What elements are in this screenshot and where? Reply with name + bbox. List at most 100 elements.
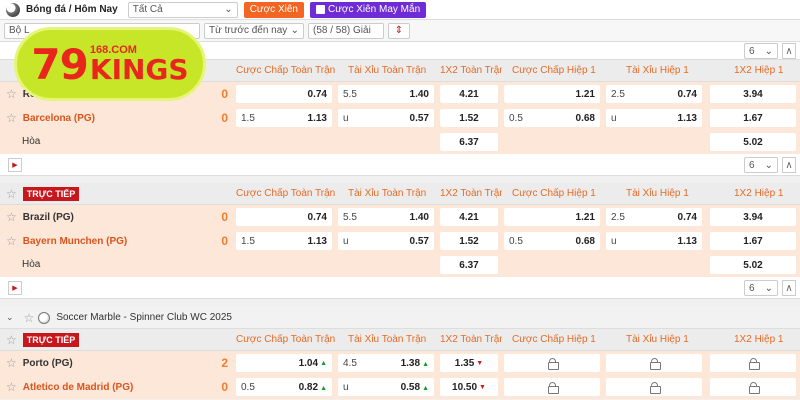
lock-icon bbox=[547, 358, 559, 370]
home-row: ☆ Porto (PG) 2 1.04 ▲ 4.5 1.38 ▲ 1.35 ▼ bbox=[0, 351, 800, 375]
draw-label: Hòa bbox=[22, 259, 41, 270]
odds-up-icon: ▲ bbox=[422, 360, 429, 368]
col-h1-ou: Tài Xỉu Hiệp 1 bbox=[626, 65, 689, 76]
odds-ft-1x2-away[interactable]: 10.50 ▼ bbox=[440, 378, 498, 396]
odds-ft-1x2-away[interactable]: 1.52 bbox=[440, 232, 498, 250]
odds-h1-1x2-away[interactable]: 1.67 bbox=[710, 109, 796, 127]
odds-h1-ou-away[interactable]: u 1.13 bbox=[606, 232, 702, 250]
odds-ft-draw[interactable]: 6.37 bbox=[440, 256, 498, 274]
odds-down-icon: ▼ bbox=[479, 383, 486, 391]
page-select[interactable]: 6 ⌄ bbox=[744, 280, 778, 296]
favorite-star-icon[interactable]: ☆ bbox=[6, 356, 17, 370]
col-h1-ou: Tài Xỉu Hiệp 1 bbox=[626, 188, 689, 199]
away-row: ☆ Bayern Munchen (PG) 0 1.5 1.13 u 0.57 1.5… bbox=[0, 229, 800, 253]
league-name: Soccer Marble - Spinner Club WC 2025 bbox=[56, 312, 232, 323]
expand-icon[interactable]: ∧ bbox=[782, 43, 796, 59]
checkbox-icon bbox=[315, 5, 325, 14]
odds-h1-ou-away bbox=[606, 378, 702, 396]
odds-ft-hdp-away[interactable]: 0.5 0.82 ▲ bbox=[236, 378, 332, 396]
odds-h1-ou-home[interactable]: 2.5 0.74 bbox=[606, 85, 702, 103]
lucky-parlay-button[interactable]: Cược Xiên May Mắn bbox=[309, 1, 427, 18]
odds-h1-hdp-home[interactable]: 1.21 bbox=[504, 208, 600, 226]
time-filter-select[interactable]: Từ trước đến nay ⌄ bbox=[204, 22, 304, 39]
favorite-star-icon[interactable]: ☆ bbox=[6, 87, 17, 101]
col-h1-1x2: 1X2 Hiệp 1 bbox=[734, 188, 784, 199]
favorite-star-icon[interactable]: ☆ bbox=[6, 187, 17, 201]
home-score: 2 bbox=[221, 356, 228, 370]
odds-ft-ou-away[interactable]: u 0.57 bbox=[338, 232, 434, 250]
live-badge: TRỰC TIẾP bbox=[22, 186, 80, 201]
odds-up-icon: ▲ bbox=[320, 359, 327, 367]
odds-ft-1x2-home[interactable]: 1.35 ▼ bbox=[440, 354, 498, 372]
odds-ft-draw[interactable]: 6.37 bbox=[440, 133, 498, 151]
match-footer: ▶ 6 ⌄ ∧ bbox=[0, 277, 800, 299]
odds-h1-ou-home[interactable]: 2.5 0.74 bbox=[606, 208, 702, 226]
live-badge: TRỰC TIẾP bbox=[22, 332, 80, 347]
expand-icon[interactable]: ∧ bbox=[782, 157, 796, 173]
soccer-ball-icon bbox=[6, 2, 20, 17]
odds-ft-hdp-away[interactable]: 1.5 1.13 bbox=[236, 232, 332, 250]
sort-icon[interactable]: ⇕ bbox=[388, 22, 410, 39]
odds-ft-ou-away[interactable]: u 0.58 ▲ bbox=[338, 378, 434, 396]
odds-h1-hdp-home[interactable]: 1.21 bbox=[504, 85, 600, 103]
odds-header: ☆ TRỰC TIẾP Cược Chấp Toàn Trận Tài Xỉu … bbox=[0, 329, 800, 351]
team-home: ☆ Porto (PG) bbox=[6, 356, 73, 370]
team-away: ☆ Bayern Munchen (PG) bbox=[6, 234, 128, 248]
odds-h1-ou-home bbox=[606, 354, 702, 372]
odds-ft-1x2-home[interactable]: 4.21 bbox=[440, 85, 498, 103]
odds-h1-1x2-away[interactable]: 1.67 bbox=[710, 232, 796, 250]
odds-h1-ou-away[interactable]: u 1.13 bbox=[606, 109, 702, 127]
league-header[interactable]: ⌄ ☆ Soccer Marble - Spinner Club WC 2025 bbox=[0, 307, 800, 329]
odds-ft-hdp-away[interactable]: 1.5 1.13 bbox=[236, 109, 332, 127]
home-row: ☆ Brazil (PG) 0 0.74 5.5 1.40 4.21 1.21 2.… bbox=[0, 205, 800, 229]
odds-h1-hdp-away[interactable]: 0.5 0.68 bbox=[504, 109, 600, 127]
expand-icon[interactable]: ∧ bbox=[782, 280, 796, 296]
odds-h1-hdp-away[interactable]: 0.5 0.68 bbox=[504, 232, 600, 250]
team-away: ☆ Atletico de Madrid (PG) bbox=[6, 380, 134, 394]
lock-icon bbox=[649, 382, 661, 394]
col-ft-hdp: Cược Chấp Toàn Trận bbox=[236, 188, 336, 199]
league-count-filter[interactable]: (58 / 58) Giải bbox=[308, 22, 384, 39]
away-score: 0 bbox=[221, 380, 228, 394]
odds-ft-1x2-home[interactable]: 4.21 bbox=[440, 208, 498, 226]
odds-h1-1x2-home[interactable]: 3.94 bbox=[710, 85, 796, 103]
parlay-button[interactable]: Cược Xiên bbox=[243, 1, 304, 18]
page-select[interactable]: 6 ⌄ bbox=[744, 43, 778, 59]
odds-ft-ou-away[interactable]: u 0.57 bbox=[338, 109, 434, 127]
odds-ft-ou-home[interactable]: 5.5 1.40 bbox=[338, 208, 434, 226]
logo-number: 79 bbox=[31, 39, 88, 89]
favorite-star-icon[interactable]: ☆ bbox=[6, 333, 17, 347]
col-h1-1x2: 1X2 Hiệp 1 bbox=[734, 334, 784, 345]
odds-h1-draw[interactable]: 5.02 bbox=[710, 256, 796, 274]
match-footer: ▶ 6 ⌄ ∧ bbox=[0, 154, 800, 176]
draw-label: Hòa bbox=[22, 136, 41, 147]
odds-ft-hdp-home[interactable]: 1.04 ▲ bbox=[236, 354, 332, 372]
page-title: Bóng đá / Hôm Nay bbox=[26, 4, 118, 15]
odds-up-icon: ▲ bbox=[422, 384, 429, 392]
away-score: 0 bbox=[221, 111, 228, 125]
odds-up-icon: ▲ bbox=[320, 384, 327, 392]
favorite-star-icon[interactable]: ☆ bbox=[6, 380, 17, 394]
odds-ft-hdp-home[interactable]: 0.74 bbox=[236, 208, 332, 226]
odds-h1-draw[interactable]: 5.02 bbox=[710, 133, 796, 151]
favorite-star-icon[interactable]: ☆ bbox=[24, 311, 35, 325]
lock-icon bbox=[748, 382, 760, 394]
odds-ft-ou-home[interactable]: 4.5 1.38 ▲ bbox=[338, 354, 434, 372]
odds-down-icon: ▼ bbox=[476, 359, 484, 367]
page-select[interactable]: 6 ⌄ bbox=[744, 157, 778, 173]
play-icon[interactable]: ▶ bbox=[8, 158, 22, 172]
chevron-down-icon: ⌄ bbox=[764, 159, 773, 171]
favorite-star-icon[interactable]: ☆ bbox=[6, 234, 17, 248]
sport-filter-select[interactable]: Tất Cả ⌄ bbox=[127, 1, 238, 18]
top-toolbar: Bóng đá / Hôm Nay Tất Cả ⌄ Cược Xiên Cượ… bbox=[0, 0, 800, 20]
favorite-star-icon[interactable]: ☆ bbox=[6, 210, 17, 224]
odds-ft-ou-home[interactable]: 5.5 1.40 bbox=[338, 85, 434, 103]
brand-logo: 79 168.COM KINGS bbox=[14, 27, 206, 101]
odds-h1-1x2-home[interactable]: 3.94 bbox=[710, 208, 796, 226]
chevron-down-icon[interactable]: ⌄ bbox=[6, 312, 14, 323]
col-ft-hdp: Cược Chấp Toàn Trận bbox=[236, 65, 336, 76]
odds-ft-1x2-away[interactable]: 1.52 bbox=[440, 109, 498, 127]
play-icon[interactable]: ▶ bbox=[8, 281, 22, 295]
favorite-star-icon[interactable]: ☆ bbox=[6, 111, 17, 125]
odds-ft-hdp-home[interactable]: 0.74 bbox=[236, 85, 332, 103]
